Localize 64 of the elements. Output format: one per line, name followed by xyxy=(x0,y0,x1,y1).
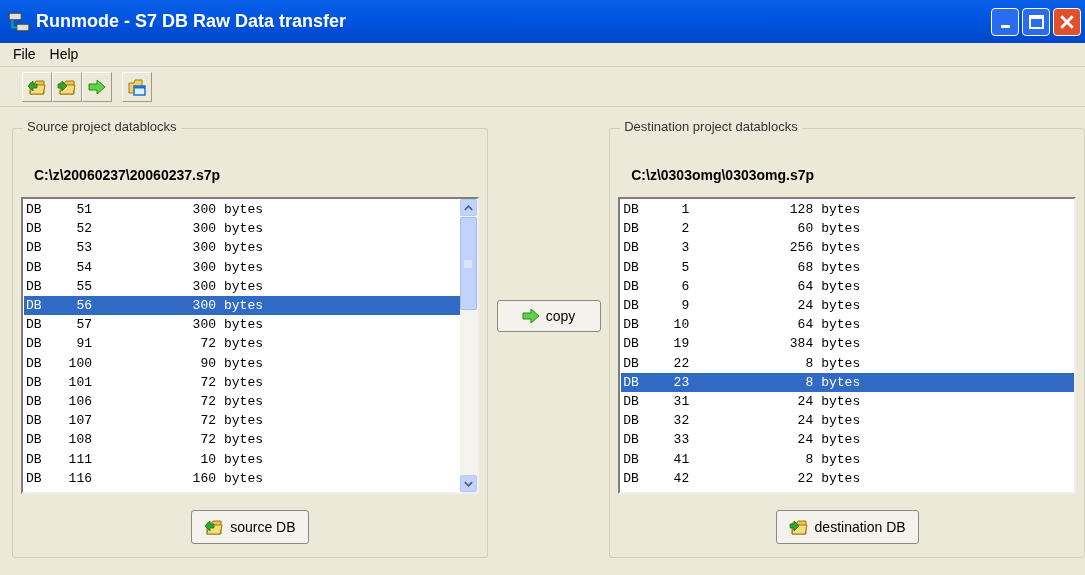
list-item[interactable]: DB 54 300 bytes xyxy=(24,257,460,277)
scroll-thumb[interactable] xyxy=(459,217,477,310)
folder-arrow-icon xyxy=(788,517,809,537)
toolbar-button[interactable] xyxy=(122,71,152,102)
maximize-icon xyxy=(1028,14,1044,29)
folder-arrow-icon xyxy=(204,517,225,537)
group-title: Destination project datablocks xyxy=(620,120,802,133)
list-item[interactable]: DB 55 300 bytes xyxy=(24,276,460,296)
chevron-down-icon xyxy=(463,480,473,487)
list-item[interactable]: DB 107 72 bytes xyxy=(24,411,460,431)
list-item[interactable]: DB 9 24 bytes xyxy=(621,295,1074,316)
window-title: Runmode - S7 DB Raw Data transfer xyxy=(36,10,347,33)
folder-window-icon xyxy=(127,76,147,97)
list-item[interactable]: DB 106 72 bytes xyxy=(24,391,460,412)
menu-item[interactable]: Help xyxy=(44,44,84,65)
list-item[interactable]: DB 41 8 bytes xyxy=(621,449,1074,469)
chevron-up-icon xyxy=(463,204,473,211)
menu-item[interactable]: File xyxy=(8,44,41,65)
group-title: Source project datablocks xyxy=(23,120,181,133)
project-path: C:\z\0303omg\0303omg.s7p xyxy=(631,167,815,183)
list-item[interactable]: DB 116 160 bytes xyxy=(24,468,460,488)
list-item[interactable]: DB 91 72 bytes xyxy=(24,334,460,354)
list-item[interactable]: DB 32 24 bytes xyxy=(621,411,1074,431)
app-icon xyxy=(8,10,30,33)
minimize-icon xyxy=(1000,24,1010,28)
list-item[interactable]: DB 33 24 bytes xyxy=(621,430,1074,450)
list-item[interactable]: DB 56 300 bytes xyxy=(24,295,460,316)
toolbar-button[interactable] xyxy=(22,71,52,102)
minimize-button[interactable] xyxy=(991,7,1019,36)
right-arrow-icon xyxy=(521,308,540,324)
list-item[interactable]: DB 57 300 bytes xyxy=(24,315,460,335)
list-item[interactable]: DB 52 300 bytes xyxy=(24,219,460,239)
list-item[interactable]: DB 22 8 bytes xyxy=(621,353,1074,373)
list-item[interactable]: DB 53 300 bytes xyxy=(24,238,460,258)
scrollbar[interactable] xyxy=(459,199,477,492)
list-item[interactable]: DB 3 256 bytes xyxy=(621,238,1074,258)
toolbar-button[interactable] xyxy=(52,71,82,102)
list-item[interactable]: DB 100 90 bytes xyxy=(24,353,460,373)
list-item[interactable]: DB 5 68 bytes xyxy=(621,257,1074,277)
list-item[interactable]: DB 23 8 bytes xyxy=(621,372,1074,392)
datablock-list[interactable] xyxy=(618,197,1076,494)
list-item[interactable]: DB 2 60 bytes xyxy=(621,219,1074,239)
list-item[interactable]: DB 31 24 bytes xyxy=(621,391,1074,412)
list-item[interactable]: DB 101 72 bytes xyxy=(24,372,460,392)
list-item[interactable]: DB 108 72 bytes xyxy=(24,430,460,450)
list-item[interactable]: DB 111 10 bytes xyxy=(24,449,460,469)
load-db-button[interactable]: source DB xyxy=(191,510,309,544)
project-path: C:\z\20060237\20060237.s7p xyxy=(34,167,221,183)
maximize-button[interactable] xyxy=(1022,7,1050,36)
scroll-up-button[interactable] xyxy=(459,199,477,216)
list-item[interactable]: DB 10 64 bytes xyxy=(621,315,1074,335)
toolbar-button[interactable] xyxy=(82,71,112,102)
copy-button[interactable]: copy xyxy=(496,300,601,332)
close-icon xyxy=(1059,13,1075,30)
list-item[interactable]: DB 1 128 bytes xyxy=(621,200,1074,220)
list-item[interactable]: DB 19 384 bytes xyxy=(621,334,1074,354)
datablock-list[interactable] xyxy=(21,197,479,494)
list-item[interactable]: DB 42 22 bytes xyxy=(621,468,1074,488)
list-item[interactable]: DB 6 64 bytes xyxy=(621,276,1074,296)
right-arrow-icon xyxy=(88,78,106,95)
list-item[interactable]: DB 51 300 bytes xyxy=(24,200,460,220)
load-db-button[interactable]: destination DB xyxy=(775,510,919,544)
scroll-down-button[interactable] xyxy=(459,475,477,492)
close-button[interactable] xyxy=(1053,7,1081,36)
